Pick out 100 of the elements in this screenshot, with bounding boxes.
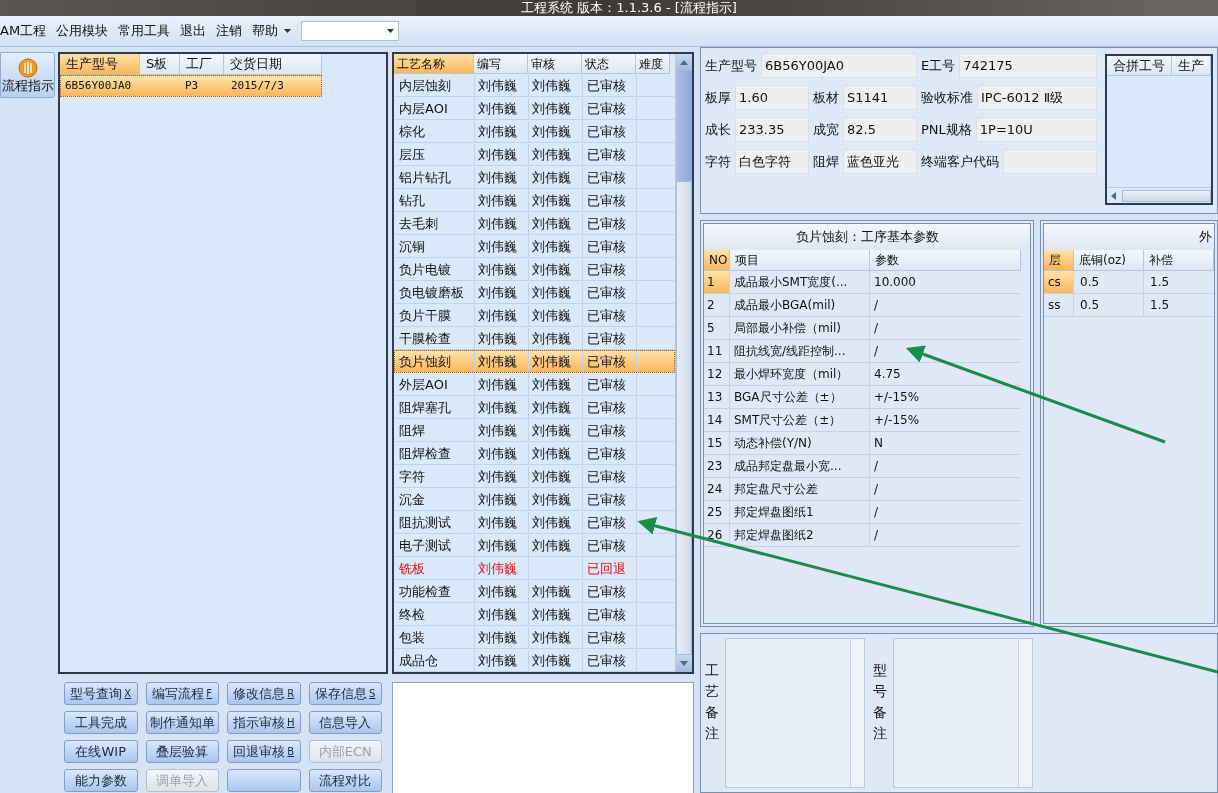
process-row[interactable]: 沉金 刘伟巍 刘伟巍 已审核 — [394, 488, 675, 511]
column-header[interactable]: 层 — [1044, 250, 1074, 272]
table-cell[interactable]: 12 — [704, 363, 730, 386]
action-button[interactable]: 工具完成 — [64, 711, 138, 734]
process-row[interactable]: 外层AOI 刘伟巍 刘伟巍 已审核 — [394, 373, 675, 396]
column-header[interactable]: 底铜(oz) — [1074, 250, 1144, 272]
table-cell[interactable]: 1 — [704, 271, 730, 294]
column-header[interactable]: 编写 — [474, 54, 528, 74]
action-button[interactable]: 在线WIP — [64, 740, 138, 763]
info-field[interactable]: 742175 — [959, 53, 1097, 78]
notes-text-area[interactable] — [392, 682, 694, 793]
column-header[interactable]: 补偿 — [1144, 250, 1214, 272]
column-header[interactable]: 合拼工号 — [1107, 56, 1172, 76]
info-field[interactable]: S1141 — [843, 85, 917, 110]
column-header[interactable]: NO — [704, 250, 730, 272]
process-row[interactable]: 电子测试 刘伟巍 刘伟巍 已审核 — [394, 534, 675, 557]
process-row[interactable]: 包装 刘伟巍 刘伟巍 已审核 — [394, 626, 675, 649]
process-row[interactable]: 层压 刘伟巍 刘伟巍 已审核 — [394, 143, 675, 166]
dropdown-caret-icon[interactable] — [284, 29, 292, 33]
process-row[interactable]: 铣板 刘伟巍 已回退 — [394, 557, 675, 580]
info-field[interactable]: 蓝色亚光 — [843, 149, 917, 174]
table-cell[interactable]: 25 — [704, 501, 730, 524]
column-header[interactable]: 工厂 — [180, 54, 224, 75]
remark-label: 工艺备注 — [705, 661, 719, 743]
table-cell[interactable]: 23 — [704, 455, 730, 478]
process-row[interactable]: 铝片钻孔 刘伟巍 刘伟巍 已审核 — [394, 166, 675, 189]
action-button[interactable]: 回退审核 B — [227, 740, 301, 763]
remark-text-area[interactable] — [893, 638, 1033, 788]
horizontal-scrollbar[interactable] — [1107, 187, 1211, 204]
table-cell: 阻焊塞孔 — [395, 397, 475, 418]
action-button[interactable]: 编写流程 F — [145, 682, 219, 705]
info-field[interactable]: 1P=10U — [975, 117, 1097, 142]
column-header[interactable]: 难度 — [636, 54, 670, 74]
process-row[interactable]: 内层AOI 刘伟巍 刘伟巍 已审核 — [394, 97, 675, 120]
menu-item[interactable]: 帮助 — [252, 21, 279, 41]
action-button[interactable]: 流程对比 — [308, 769, 382, 792]
menu-item[interactable]: 公用模块 — [56, 21, 109, 41]
menu-item[interactable]: 注销 — [216, 21, 243, 41]
process-row[interactable]: 负片蚀刻 刘伟巍 刘伟巍 已审核 — [394, 350, 675, 373]
process-row[interactable]: 沉铜 刘伟巍 刘伟巍 已审核 — [394, 235, 675, 258]
process-row[interactable]: 功能检查 刘伟巍 刘伟巍 已审核 — [394, 580, 675, 603]
menu-item[interactable]: 退出 — [180, 21, 207, 41]
action-button[interactable]: 型号查询 X — [64, 682, 138, 705]
process-row[interactable]: 阻焊检查 刘伟巍 刘伟巍 已审核 — [394, 442, 675, 465]
info-field[interactable]: IPC-6012 Ⅱ级 — [977, 85, 1097, 110]
column-header[interactable]: 生产 — [1172, 56, 1211, 76]
action-button[interactable]: 信息导入 — [308, 711, 382, 734]
table-cell[interactable]: cs — [1044, 271, 1074, 294]
vertical-scrollbar[interactable] — [675, 54, 692, 672]
column-header[interactable]: 交货日期 — [224, 54, 322, 75]
table-cell[interactable]: 11 — [704, 340, 730, 363]
menu-item[interactable]: 常用工具 — [118, 21, 171, 41]
action-button[interactable]: 修改信息 R — [227, 682, 301, 705]
field-label: 板材 — [813, 88, 839, 107]
scroll-thumb[interactable] — [676, 181, 692, 655]
column-header[interactable]: 生产型号 — [60, 54, 140, 75]
process-row[interactable]: 阻抗测试 刘伟巍 刘伟巍 已审核 — [394, 511, 675, 534]
table-cell[interactable]: 14 — [704, 409, 730, 432]
process-row[interactable]: 负电镀磨板 刘伟巍 刘伟巍 已审核 — [394, 281, 675, 304]
column-header[interactable]: 参数 — [870, 250, 1021, 272]
process-row[interactable]: 字符 刘伟巍 刘伟巍 已审核 — [394, 465, 675, 488]
info-field[interactable]: 6B56Y00JA0 — [761, 53, 917, 78]
process-row[interactable]: 棕化 刘伟巍 刘伟巍 已审核 — [394, 120, 675, 143]
table-cell-text: 刘伟巍 — [532, 536, 571, 555]
info-field[interactable]: 白色字符 — [735, 149, 809, 174]
column-header[interactable]: 状态 — [582, 54, 636, 74]
table-cell[interactable]: 13 — [704, 386, 730, 409]
action-button[interactable]: 制作通知单 — [145, 711, 219, 734]
order-row[interactable]: 6B56Y00JA0 P3 2015/7/3 — [60, 75, 322, 97]
table-cell[interactable]: 2 — [704, 294, 730, 317]
process-row[interactable]: 成品仓 刘伟巍 刘伟巍 已审核 — [394, 649, 675, 672]
process-row[interactable]: 阻焊塞孔 刘伟巍 刘伟巍 已审核 — [394, 396, 675, 419]
action-button[interactable]: 指示审核 H — [227, 711, 301, 734]
column-header[interactable]: 项目 — [730, 250, 870, 272]
toolbar-combo-field[interactable] — [301, 21, 400, 41]
process-row[interactable]: 终检 刘伟巍 刘伟巍 已审核 — [394, 603, 675, 626]
table-cell[interactable]: 15 — [704, 432, 730, 455]
action-button[interactable]: 叠层验算 — [145, 740, 219, 763]
column-header[interactable]: 审核 — [528, 54, 582, 74]
process-row[interactable]: 去毛刺 刘伟巍 刘伟巍 已审核 — [394, 212, 675, 235]
process-row[interactable]: 负片电镀 刘伟巍 刘伟巍 已审核 — [394, 258, 675, 281]
info-field[interactable]: 1.60 — [735, 85, 809, 110]
table-cell[interactable]: 5 — [704, 317, 730, 340]
process-row[interactable]: 钻孔 刘伟巍 刘伟巍 已审核 — [394, 189, 675, 212]
flow-guide-button[interactable]: 流程指示 — [0, 52, 55, 98]
info-field[interactable]: 82.5 — [843, 117, 917, 142]
menu-item[interactable]: AM工程 — [0, 21, 47, 41]
column-header[interactable]: 工艺名称 — [394, 54, 474, 74]
action-button[interactable]: 保存信息S — [308, 682, 382, 705]
table-cell[interactable]: 26 — [704, 524, 730, 547]
process-row[interactable]: 阻焊 刘伟巍 刘伟巍 已审核 — [394, 419, 675, 442]
table-cell[interactable]: 24 — [704, 478, 730, 501]
action-button[interactable] — [227, 769, 301, 792]
remark-text-area[interactable] — [725, 638, 865, 788]
action-button[interactable]: 能力参数 — [64, 769, 138, 792]
process-row[interactable]: 负片干膜 刘伟巍 刘伟巍 已审核 — [394, 304, 675, 327]
table-cell[interactable]: ss — [1044, 294, 1074, 317]
info-field[interactable]: 233.35 — [735, 117, 809, 142]
column-header[interactable]: S板 — [140, 54, 180, 75]
process-row[interactable]: 内层蚀刻 刘伟巍 刘伟巍 已审核 — [394, 74, 675, 97]
